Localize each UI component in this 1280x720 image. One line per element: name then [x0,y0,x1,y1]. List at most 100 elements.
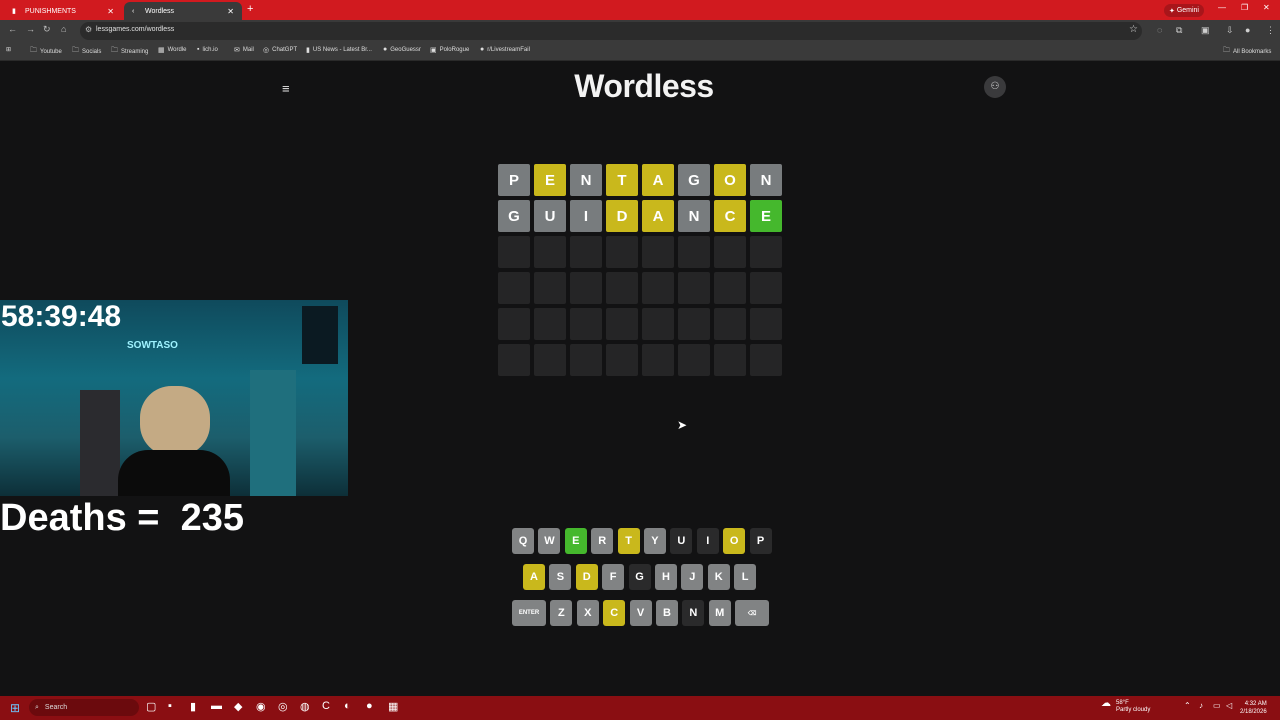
forward-icon[interactable]: → [26,24,35,34]
board-tile [498,236,530,268]
app-icon[interactable]: ▦ [388,700,398,713]
system-clock[interactable]: 4:32 AM 2/18/2026 [1240,700,1267,716]
menu-kebab-icon[interactable]: ⋮ [1266,25,1275,36]
app-icon[interactable]: ◆ [234,700,242,713]
file-explorer-icon[interactable]: ▬ [211,700,222,712]
board-tile [534,272,566,304]
key-w[interactable]: W [538,528,561,554]
key-f[interactable]: F [602,564,625,590]
key-q[interactable]: Q [512,528,534,554]
bookmark-socials[interactable]: 🗀 Socials [72,46,101,57]
backspace-key[interactable]: ⌫ [735,600,770,626]
windows-start-icon[interactable]: ⊞ [10,701,20,715]
bookmark-usnews[interactable]: ▮ US News - Latest Br... [306,46,372,54]
microphone-icon[interactable]: ♪ [1199,701,1203,710]
key-g[interactable]: G [628,564,651,590]
keyboard-row: QWERTYUIOP [512,528,776,554]
key-z[interactable]: Z [550,600,573,626]
taskbar-search[interactable]: ⌕ Search [29,699,139,716]
key-r[interactable]: R [591,528,614,554]
sidepanel-icon[interactable]: ▣ [1201,25,1210,36]
bookmark-geoguessr[interactable]: ● GeoGuessr [383,46,421,53]
key-i[interactable]: I [696,528,719,554]
profile-icon[interactable]: ● [1245,25,1250,35]
tab-punishments[interactable]: ▮ PUNISHMENTS ✕ [4,2,122,20]
cloud-icon: ☁ [1101,698,1111,709]
key-j[interactable]: J [681,564,704,590]
firefox-icon[interactable]: ● [366,700,373,712]
key-l[interactable]: L [734,564,757,590]
bookmark-polorogue[interactable]: ▣ PoloRogue [430,46,469,54]
key-x[interactable]: X [576,600,599,626]
window-close-button[interactable]: ✕ [1263,3,1270,12]
bookmark-streaming[interactable]: 🗀 Streaming [111,46,148,57]
key-p[interactable]: P [749,528,772,554]
bookmark-lichio[interactable]: ▪ lich.io [197,46,218,53]
board-tile [678,308,710,340]
weather-widget[interactable]: ☁ 58°F Partly cloudy [1101,698,1150,714]
bookmark-youtube[interactable]: 🗀 Youtube [30,46,62,57]
photoshop-icon[interactable]: ▪ [168,700,172,712]
key-n[interactable]: N [682,600,705,626]
board-tile [714,308,746,340]
key-u[interactable]: U [670,528,693,554]
home-icon[interactable]: ⌂ [61,24,66,34]
bookmark-chatgpt[interactable]: ◎ ChatGPT [263,46,297,54]
discord-icon[interactable]: ◍ [300,700,310,713]
hamburger-menu-icon[interactable]: ≡ [282,81,290,96]
key-h[interactable]: H [654,564,677,590]
site-info-icon[interactable]: ⚙ [85,25,92,34]
close-icon[interactable]: ✕ [227,7,234,16]
board-tile [606,308,638,340]
key-t[interactable]: T [617,528,640,554]
close-icon[interactable]: ✕ [107,7,114,16]
chrome-icon[interactable]: ◉ [256,700,266,713]
key-s[interactable]: S [549,564,572,590]
network-icon[interactable]: ▭ [1213,701,1221,710]
bookmark-mail[interactable]: ✉ Mail [234,46,254,54]
bookmark-star-icon[interactable]: ☆ [1129,24,1138,35]
volume-icon[interactable]: ◁ [1226,701,1232,710]
board-tile: G [678,164,710,196]
extension-icon[interactable]: ◌ [1157,25,1162,35]
key-o[interactable]: O [723,528,746,554]
board-tile: N [750,164,782,196]
board-tile [606,236,638,268]
bookmark-wordle[interactable]: ▦ Wordle [158,46,187,54]
key-c[interactable]: C [603,600,626,626]
enter-key[interactable]: ENTER [512,600,546,626]
user-icon[interactable]: ⚇ [984,76,1006,98]
apps-icon[interactable]: ⊞ [6,46,11,53]
maximize-button[interactable]: ❐ [1241,3,1248,12]
game-board: PENTAGONGUIDANCE [498,164,786,380]
puzzle-icon[interactable]: ⧉ [1176,25,1182,36]
back-icon[interactable]: ← [8,24,17,34]
app-icon[interactable]: ▮ [190,700,196,713]
obs-icon[interactable]: ◎ [278,700,288,713]
task-view-icon[interactable]: ▢ [146,700,156,713]
tab-wordless[interactable]: ‹ Wordless ✕ [124,2,242,20]
minimize-button[interactable]: — [1218,3,1226,12]
key-m[interactable]: M [708,600,731,626]
ccleaner-icon[interactable]: C [322,700,330,712]
new-tab-button[interactable]: + [247,3,253,15]
address-bar[interactable]: ⚙ lessgames.com/wordless ☆ [80,22,1142,40]
key-e[interactable]: E [564,528,587,554]
bookmark-label: US News - Latest Br... [312,47,372,53]
bookmark-livestreamfail[interactable]: ● r/LivestreamFail [480,46,530,53]
reload-icon[interactable]: ↻ [43,24,51,35]
download-icon[interactable]: ⇩ [1226,25,1234,36]
key-v[interactable]: V [629,600,652,626]
key-a[interactable]: A [523,564,545,590]
all-bookmarks[interactable]: 🗀 All Bookmarks [1223,46,1271,57]
clock-date: 2/18/2026 [1240,709,1267,715]
gemini-button[interactable]: ✦ Gemini [1164,4,1204,17]
key-d[interactable]: D [575,564,598,590]
key-y[interactable]: Y [643,528,666,554]
key-k[interactable]: K [707,564,730,590]
key-b[interactable]: B [655,600,678,626]
folder-icon: 🗀 [1223,47,1230,54]
steam-icon[interactable]: ◐ [344,700,351,712]
chevron-up-icon[interactable]: ⌃ [1184,701,1191,710]
url-text[interactable]: lessgames.com/wordless [96,26,174,33]
